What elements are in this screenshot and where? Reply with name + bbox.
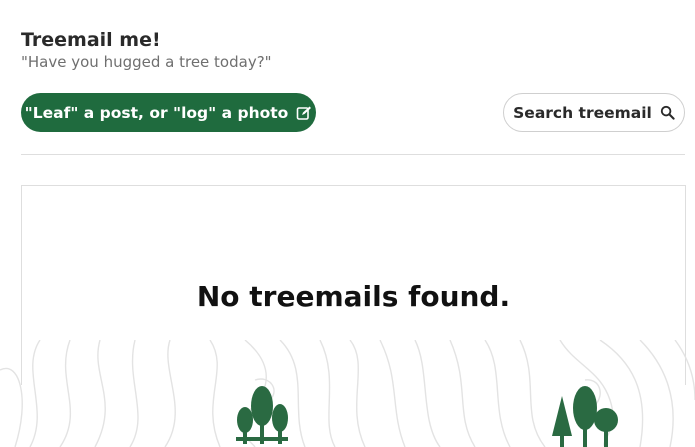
page-subtitle: "Have you hugged a tree today?" (21, 53, 272, 71)
footer-decoration (0, 340, 695, 447)
tree-group-left-icon (236, 386, 288, 444)
new-post-button[interactable]: "Leaf" a post, or "log" a photo (21, 93, 316, 132)
edit-icon (296, 105, 312, 121)
search-button-label: Search treemail (513, 103, 652, 122)
tree-group-right-icon (552, 386, 618, 447)
search-treemail-button[interactable]: Search treemail (503, 93, 685, 132)
empty-feed-message: No treemails found. (196, 280, 511, 313)
new-post-button-label: "Leaf" a post, or "log" a photo (24, 103, 289, 122)
search-icon (660, 105, 675, 120)
header-divider (21, 154, 685, 155)
page-title: Treemail me! (21, 29, 161, 51)
